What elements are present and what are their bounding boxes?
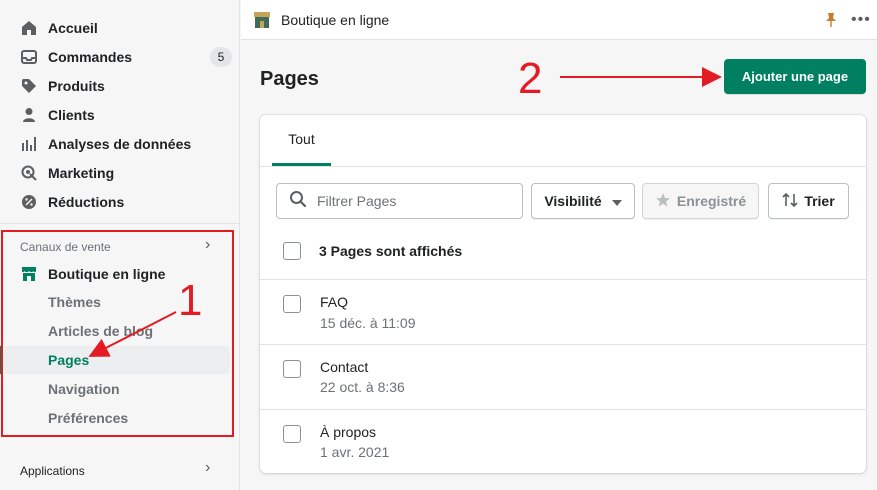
orders-count-badge: 5 [210, 47, 232, 67]
row-divider [260, 344, 866, 345]
tag-icon [20, 77, 38, 95]
tab-all[interactable]: Tout [272, 115, 331, 166]
page-title-link[interactable]: Contact [320, 359, 368, 375]
annotation-number-one: 1 [178, 276, 203, 325]
page-title: Pages [260, 68, 319, 90]
more-actions-icon[interactable]: ••• [851, 11, 871, 29]
sidebar-item-products[interactable]: Produits [20, 75, 105, 97]
saved-label: Enregistré [676, 193, 747, 209]
page-title-link[interactable]: FAQ [320, 294, 348, 310]
sort-button[interactable]: Trier [768, 183, 849, 219]
sidebar-item-analytics[interactable]: Analyses de données [20, 133, 191, 155]
sidebar-item-apps[interactable]: Applications [20, 464, 85, 478]
row-checkbox[interactable] [283, 295, 301, 313]
pin-icon[interactable] [825, 12, 837, 33]
store-name[interactable]: Boutique en ligne [281, 12, 389, 28]
sidebar-item-label: Marketing [48, 165, 115, 181]
row-divider [260, 279, 866, 280]
home-icon [20, 19, 38, 37]
pages-count-label: 3 Pages sont affichés [319, 243, 463, 259]
store-logo-icon [253, 11, 271, 34]
sidebar-item-orders[interactable]: Commandes 5 [20, 46, 232, 68]
sidebar-item-label: Accueil [48, 20, 98, 36]
sidebar-item-label: Clients [48, 107, 95, 123]
sidebar-divider [0, 223, 239, 224]
annotation-number-two: 2 [518, 54, 543, 103]
saved-button[interactable]: Enregistré [642, 183, 759, 219]
sidebar-item-marketing[interactable]: Marketing [20, 162, 114, 184]
search-field[interactable] [276, 183, 523, 219]
orders-icon [20, 48, 38, 66]
sidebar-item-label: Analyses de données [48, 136, 192, 152]
row-divider [260, 409, 866, 410]
sidebar-item-home[interactable]: Accueil [20, 17, 98, 39]
caret-down-icon [611, 193, 622, 209]
discount-icon [20, 193, 38, 211]
sort-icon [782, 192, 798, 211]
star-icon [655, 192, 671, 211]
annotation-highlight-box [1, 230, 234, 437]
bar-chart-icon [20, 135, 38, 153]
sidebar-item-discounts[interactable]: Réductions [20, 191, 124, 213]
search-input[interactable] [317, 193, 517, 209]
row-checkbox[interactable] [283, 360, 301, 378]
sidebar-item-customers[interactable]: Clients [20, 104, 95, 126]
target-icon [20, 164, 38, 182]
person-icon [20, 106, 38, 124]
sort-label: Trier [804, 193, 835, 209]
select-all-checkbox[interactable] [283, 242, 301, 260]
page-title-link[interactable]: À propos [320, 424, 376, 440]
visibility-label: Visibilité [544, 193, 602, 209]
sidebar-item-label: Réductions [48, 194, 125, 210]
tab-divider [260, 166, 866, 167]
add-page-button[interactable]: Ajouter une page [724, 59, 866, 94]
page-date: 15 déc. à 11:09 [320, 315, 416, 331]
row-checkbox[interactable] [283, 425, 301, 443]
top-bar: Boutique en ligne ••• [241, 0, 877, 40]
pages-card: Tout Visibilité Enregistré Trier 3 Pages… [260, 115, 866, 473]
page-date: 22 oct. à 8:36 [320, 379, 405, 395]
sidebar-item-label: Produits [48, 78, 105, 94]
page-date: 1 avr. 2021 [320, 444, 390, 460]
sidebar-item-label: Commandes [48, 49, 133, 65]
visibility-filter-button[interactable]: Visibilité [531, 183, 635, 219]
search-icon [289, 190, 307, 213]
chevron-right-icon[interactable]: › [205, 459, 210, 477]
